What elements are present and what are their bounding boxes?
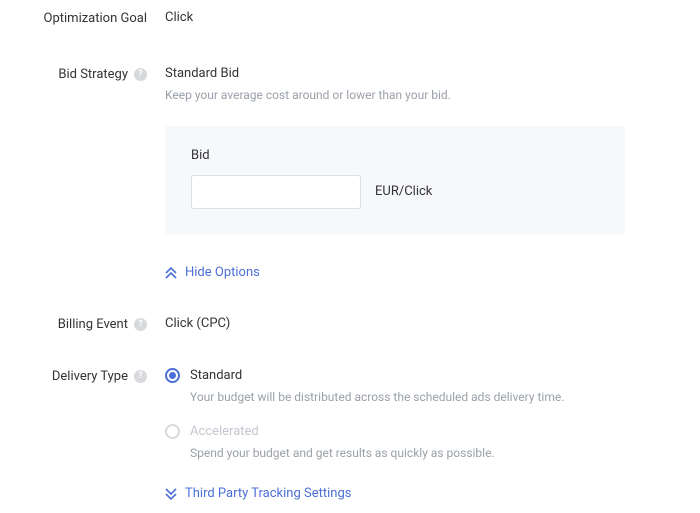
radio-selected-icon bbox=[165, 368, 180, 383]
help-icon[interactable]: ? bbox=[134, 318, 147, 331]
delivery-accelerated-block: Accelerated Spend your budget and get re… bbox=[165, 424, 655, 462]
hide-options-row: Hide Options bbox=[0, 263, 700, 281]
billing-event-row: Billing Event ? Click (CPC) bbox=[0, 316, 700, 332]
bid-strategy-row: Bid Strategy ? Standard Bid Keep your av… bbox=[0, 66, 700, 235]
bid-title: Bid bbox=[191, 148, 599, 163]
bid-panel: Bid EUR/Click bbox=[165, 126, 625, 235]
billing-event-value-col: Click (CPC) bbox=[165, 316, 655, 331]
optimization-goal-value-col: Click bbox=[165, 10, 655, 25]
radio-dot bbox=[169, 372, 176, 379]
delivery-standard-block: Standard Your budget will be distributed… bbox=[165, 368, 655, 406]
spacer bbox=[0, 263, 165, 264]
chevron-down-double-icon bbox=[165, 488, 177, 500]
delivery-accelerated-option: Accelerated bbox=[165, 424, 655, 439]
ad-settings-form: Optimization Goal Click Bid Strategy ? S… bbox=[0, 0, 700, 501]
optimization-goal-row: Optimization Goal Click bbox=[0, 10, 700, 26]
bid-strategy-value: Standard Bid bbox=[165, 66, 239, 81]
third-party-tracking-label: Third Party Tracking Settings bbox=[185, 486, 351, 501]
optimization-goal-value: Click bbox=[165, 10, 193, 25]
delivery-type-row: Delivery Type ? Standard Your budget wil… bbox=[0, 368, 700, 501]
optimization-goal-label-text: Optimization Goal bbox=[44, 11, 147, 26]
help-icon[interactable]: ? bbox=[134, 370, 147, 383]
delivery-accelerated-desc: Spend your budget and get results as qui… bbox=[190, 445, 655, 462]
bid-strategy-label: Bid Strategy ? bbox=[0, 66, 165, 82]
delivery-type-label: Delivery Type ? bbox=[0, 368, 165, 384]
billing-event-label-text: Billing Event bbox=[58, 317, 128, 332]
delivery-standard-option[interactable]: Standard bbox=[165, 368, 655, 383]
delivery-type-label-text: Delivery Type bbox=[52, 369, 128, 384]
hide-options-label: Hide Options bbox=[185, 265, 260, 280]
delivery-type-value-col: Standard Your budget will be distributed… bbox=[165, 368, 655, 501]
chevron-up-double-icon bbox=[165, 267, 177, 279]
hide-options-button[interactable]: Hide Options bbox=[165, 265, 260, 280]
radio-unselected-icon bbox=[165, 424, 180, 439]
delivery-standard-desc: Your budget will be distributed across t… bbox=[190, 389, 655, 406]
bid-input[interactable] bbox=[191, 175, 361, 209]
bid-input-row: EUR/Click bbox=[191, 175, 599, 209]
delivery-accelerated-label: Accelerated bbox=[190, 424, 259, 439]
help-icon[interactable]: ? bbox=[134, 68, 147, 81]
bid-strategy-value-col: Standard Bid Keep your average cost arou… bbox=[165, 66, 655, 235]
bid-strategy-label-text: Bid Strategy bbox=[58, 67, 128, 82]
optimization-goal-label: Optimization Goal bbox=[0, 10, 165, 26]
bid-unit: EUR/Click bbox=[375, 184, 432, 199]
bid-strategy-desc: Keep your average cost around or lower t… bbox=[165, 87, 655, 104]
billing-event-value: Click (CPC) bbox=[165, 316, 230, 331]
billing-event-label: Billing Event ? bbox=[0, 316, 165, 332]
delivery-standard-label: Standard bbox=[190, 368, 242, 383]
hide-options-col: Hide Options bbox=[165, 263, 655, 281]
third-party-tracking-button[interactable]: Third Party Tracking Settings bbox=[165, 486, 351, 501]
